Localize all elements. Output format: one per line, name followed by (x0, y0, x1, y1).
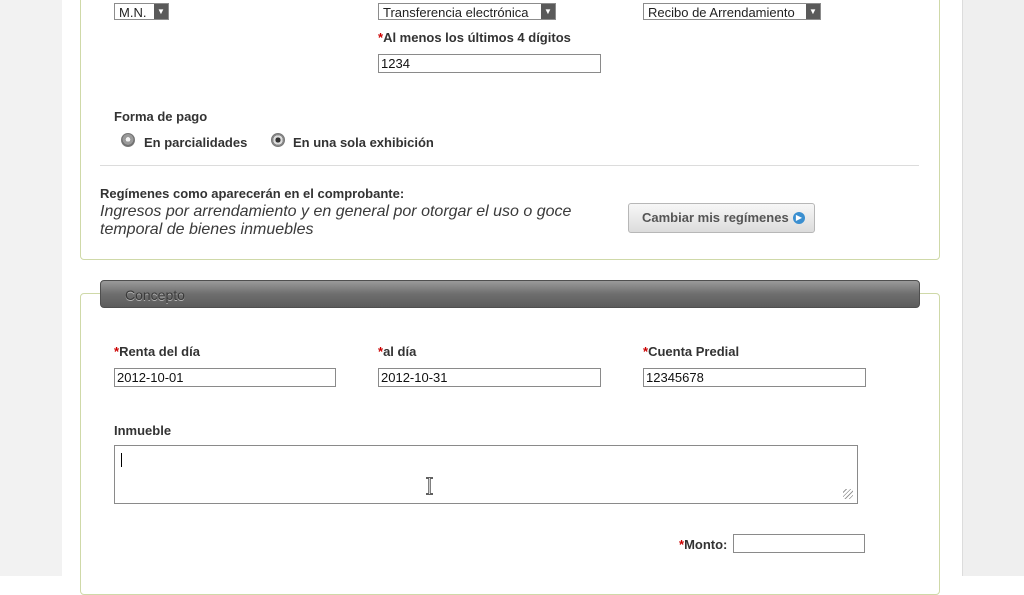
radio-parcialidades[interactable] (121, 133, 135, 147)
cuenta-label: *Cuenta Predial (643, 344, 740, 359)
chevron-down-icon: ▼ (154, 4, 168, 19)
renta-label: *Renta del día (114, 344, 200, 359)
change-regimenes-label: Cambiar mis regímenes (642, 210, 789, 225)
document-type-select[interactable]: Recibo de Arrendamiento ▼ (643, 3, 821, 20)
radio-una-exhibicion[interactable] (271, 133, 285, 147)
inmueble-textarea[interactable] (114, 445, 858, 504)
resize-handle[interactable] (843, 489, 853, 499)
monto-label: *Monto: (679, 537, 728, 552)
left-gutter (0, 0, 62, 576)
currency-select[interactable]: M.N. ▼ (114, 3, 169, 20)
digits-label: *Al menos los últimos 4 dígitos (378, 30, 571, 45)
cuenta-input[interactable]: 12345678 (643, 368, 866, 387)
document-type-value: Recibo de Arrendamiento (648, 5, 795, 20)
text-caret (121, 453, 122, 467)
currency-select-value: M.N. (119, 5, 147, 20)
page: M.N. ▼ Transferencia electrónica ▼ Recib… (62, 0, 962, 595)
payment-method-value: Transferencia electrónica (383, 5, 529, 20)
change-regimenes-button[interactable]: Cambiar mis regímenes ▶ (628, 203, 815, 233)
al-dia-label: *al día (378, 344, 417, 359)
regimenes-text: Ingresos por arrendamiento y en general … (100, 203, 572, 238)
right-gutter (962, 0, 1024, 576)
radio-parcialidades-label: En parcialidades (144, 135, 248, 150)
chevron-down-icon: ▼ (806, 4, 820, 19)
regimenes-label: Regímenes como aparecerán en el comproba… (100, 186, 405, 201)
inmueble-label: Inmueble (114, 423, 172, 438)
digits-input[interactable]: 1234 (378, 54, 601, 73)
concepto-title: Concepto (125, 287, 185, 303)
text-cursor-icon (426, 477, 433, 495)
section-divider (100, 165, 919, 166)
radio-una-exhibicion-label: En una sola exhibición (293, 135, 434, 150)
renta-input[interactable]: 2012-10-01 (114, 368, 336, 387)
monto-input[interactable] (733, 534, 865, 553)
arrow-right-circle-icon: ▶ (793, 212, 805, 224)
concepto-header: Concepto (100, 280, 920, 308)
forma-pago-label: Forma de pago (114, 109, 208, 124)
al-dia-input[interactable]: 2012-10-31 (378, 368, 601, 387)
chevron-down-icon: ▼ (541, 4, 555, 19)
payment-method-select[interactable]: Transferencia electrónica ▼ (378, 3, 556, 20)
